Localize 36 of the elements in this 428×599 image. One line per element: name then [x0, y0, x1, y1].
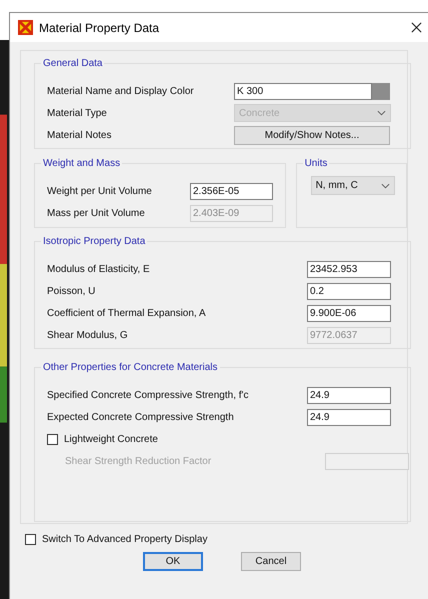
field-label: Shear Modulus, G	[47, 330, 129, 340]
field-label: Weight per Unit Volume	[47, 186, 153, 196]
input-field[interactable]: 9.900E-06	[307, 304, 391, 322]
name-field[interactable]: K 300	[234, 82, 372, 100]
checkbox[interactable]	[47, 434, 58, 444]
input-field[interactable]: 0.2	[307, 282, 391, 300]
color-swatch[interactable]	[372, 82, 390, 100]
chevron-down-icon	[380, 182, 390, 188]
cancel-button[interactable]: Cancel	[241, 552, 301, 571]
field-label: Material Name and Display Color	[47, 86, 195, 96]
field-label: Shear Strength Reduction Factor	[65, 456, 212, 466]
group-title: Weight and Mass	[41, 158, 122, 170]
input-field[interactable]: 24.9	[307, 408, 391, 426]
chevron-down-icon	[377, 110, 386, 116]
field-label: Expected Concrete Compressive Strength	[47, 412, 235, 422]
units-dropdown[interactable]: N, mm, C	[310, 176, 395, 195]
ok-button[interactable]: OK	[143, 552, 203, 571]
input-field[interactable]: 23452.953	[307, 260, 391, 278]
app-icon	[18, 20, 33, 35]
checkbox-label: Switch To Advanced Property Display	[42, 534, 208, 544]
close-icon[interactable]	[411, 22, 422, 33]
input-field[interactable]: 24.9	[307, 386, 391, 404]
notes-button[interactable]: Modify/Show Notes...	[234, 126, 390, 144]
input-field[interactable]: 2.356E-05	[190, 182, 273, 200]
checkbox-label: Lightweight Concrete	[64, 434, 158, 444]
field-label: Specified Concrete Compressive Strength, f'c	[47, 390, 250, 400]
field-label: Poisson, U	[47, 286, 96, 296]
window-title: Material Property Data	[39, 20, 160, 34]
field-label: Material Type	[47, 108, 108, 118]
checkbox[interactable]	[25, 534, 36, 544]
field-label: Coefficient of Thermal Expansion, A	[47, 308, 207, 318]
group-title: Other Properties for Concrete Materials	[41, 362, 220, 374]
field-label: Mass per Unit Volume	[47, 208, 146, 218]
field-label: Material Notes	[47, 130, 112, 140]
field-label: Modulus of Elasticity, E	[47, 264, 151, 274]
group-title: Isotropic Property Data	[41, 236, 148, 248]
